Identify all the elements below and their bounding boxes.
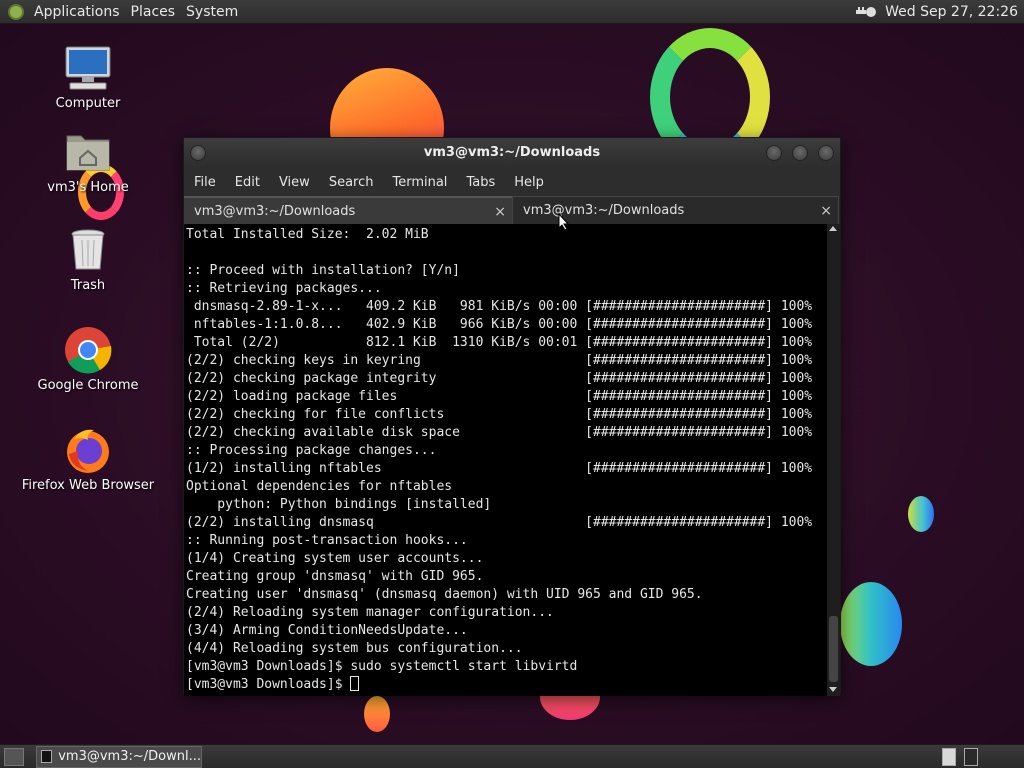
text-cursor: [350, 676, 360, 691]
terminal-line: :: Proceed with installation? [Y/n]: [186, 263, 460, 278]
tab-label: vm3@vm3:~/Downloads: [523, 203, 685, 218]
terminal-line: dnsmasq-2.89-1-x... 409.2 KiB 981 KiB/s …: [186, 299, 813, 314]
scroll-down-icon[interactable]: [829, 687, 837, 692]
terminal-line: (1/4) Creating system user accounts...: [186, 551, 484, 566]
tab-1[interactable]: vm3@vm3:~/Downloads ×: [184, 196, 512, 224]
menu-search[interactable]: Search: [329, 175, 374, 190]
terminal-line: :: Running post-transaction hooks...: [186, 533, 468, 548]
minimize-icon[interactable]: [766, 145, 782, 161]
terminal-scrollbar[interactable]: [827, 224, 840, 696]
tab-close-icon[interactable]: ×: [820, 197, 832, 225]
terminal-prompt-line[interactable]: [vm3@vm3 Downloads]$: [186, 676, 826, 694]
terminal-menubar: File Edit View Search Terminal Tabs Help: [184, 168, 840, 196]
home-folder-icon: [64, 128, 112, 176]
desktop-icon-label: Computer: [55, 96, 121, 111]
terminal-line: [vm3@vm3 Downloads]$ sudo systemctl star…: [186, 659, 578, 674]
close-icon[interactable]: [818, 145, 834, 161]
terminal-prompt: [vm3@vm3 Downloads]$: [186, 677, 351, 692]
terminal-line: (4/4) Reloading system bus configuration…: [186, 641, 523, 656]
desktop-icon-firefox[interactable]: Firefox Web Browser: [13, 426, 163, 493]
workspace-1[interactable]: [942, 748, 956, 766]
menu-file[interactable]: File: [194, 175, 216, 190]
terminal-tab-bar: vm3@vm3:~/Downloads × vm3@vm3:~/Download…: [184, 196, 840, 224]
tab-label: vm3@vm3:~/Downloads: [194, 204, 356, 219]
desktop-icon-computer[interactable]: Computer: [13, 44, 163, 111]
wallpaper-bottom-shape: [364, 696, 390, 732]
terminal-line: Total (2/2) 812.1 KiB 1310 KiB/s 00:01 […: [186, 335, 813, 350]
menu-system[interactable]: System: [184, 4, 247, 20]
wallpaper-blue-shape: [840, 582, 902, 666]
terminal-line: (2/4) Reloading system manager configura…: [186, 605, 554, 620]
taskbar-terminal-button[interactable]: vm3@vm3:~/Downl...: [36, 745, 202, 768]
maximize-icon[interactable]: [792, 145, 808, 161]
top-panel-tray: Wed Sep 27, 22:26: [855, 0, 1018, 24]
terminal-line: Total Installed Size: 2.02 MiB: [186, 227, 429, 242]
taskbar-label: vm3@vm3:~/Downl...: [58, 749, 201, 764]
terminal-line: (2/2) checking available disk space [###…: [186, 425, 813, 440]
menu-edit[interactable]: Edit: [235, 175, 260, 190]
network-icon[interactable]: [855, 5, 877, 19]
firefox-icon: [64, 426, 112, 474]
terminal-icon: [41, 750, 53, 763]
terminal-output[interactable]: Total Installed Size: 2.02 MiB :: Procee…: [186, 224, 826, 696]
scrollbar-thumb[interactable]: [829, 616, 838, 682]
window-title: vm3@vm3:~/Downloads: [423, 145, 601, 160]
terminal-line: (2/2) checking package integrity [######…: [186, 371, 813, 386]
bottom-panel: vm3@vm3:~/Downl...: [0, 744, 1024, 768]
terminal-line: (2/2) checking for file conflicts [#####…: [186, 407, 813, 422]
menu-view[interactable]: View: [279, 175, 310, 190]
desktop-icon-home[interactable]: vm3's Home: [13, 128, 163, 195]
desktop-icon-trash[interactable]: Trash: [13, 226, 163, 293]
menu-help[interactable]: Help: [514, 175, 544, 190]
workspace-2[interactable]: [964, 748, 978, 766]
terminal-line: python: Python bindings [installed]: [186, 497, 492, 512]
terminal-line: (3/4) Arming ConditionNeedsUpdate...: [186, 623, 468, 638]
terminal-line: Optional dependencies for nftables: [186, 479, 453, 494]
desktop-icon-label: Trash: [70, 278, 106, 293]
desktop-icon-label: vm3's Home: [47, 180, 129, 195]
wallpaper-small-blue-shape: [908, 496, 934, 532]
terminal-line: Creating user 'dnsmasq' (dnsmasq daemon)…: [186, 587, 703, 602]
desktop-icon-label: Firefox Web Browser: [21, 478, 155, 493]
terminal-line: Creating group 'dnsmasq' with GID 965.: [186, 569, 484, 584]
desktop-icon-label: Google Chrome: [37, 378, 139, 393]
terminal-titlebar[interactable]: vm3@vm3:~/Downloads: [184, 138, 840, 168]
scroll-up-icon[interactable]: [829, 226, 837, 231]
terminal-line: (2/2) loading package files [###########…: [186, 389, 813, 404]
menu-terminal[interactable]: Terminal: [392, 175, 447, 190]
terminal-line: (2/2) installing dnsmasq [##############…: [186, 515, 813, 530]
terminal-body[interactable]: Total Installed Size: 2.02 MiB :: Procee…: [184, 224, 840, 696]
menu-applications[interactable]: Applications: [32, 4, 129, 20]
mate-logo-icon[interactable]: [8, 3, 24, 20]
menu-places[interactable]: Places: [129, 4, 185, 20]
terminal-window[interactable]: vm3@vm3:~/Downloads File Edit View Searc…: [183, 137, 841, 696]
clock[interactable]: Wed Sep 27, 22:26: [885, 4, 1018, 20]
terminal-line: :: Processing package changes...: [186, 443, 437, 458]
window-menu-icon[interactable]: [190, 145, 206, 161]
trash-icon: [64, 226, 112, 274]
desktop-icon-chrome[interactable]: Google Chrome: [13, 326, 163, 393]
workspace-switcher: [934, 748, 978, 766]
tab-close-icon[interactable]: ×: [494, 198, 506, 226]
menu-tabs[interactable]: Tabs: [466, 175, 495, 190]
terminal-line: nftables-1:1.0.8... 402.9 KiB 966 KiB/s …: [186, 317, 813, 332]
chrome-icon: [64, 326, 112, 374]
computer-icon: [64, 44, 112, 92]
terminal-line: (2/2) checking keys in keyring [########…: [186, 353, 813, 368]
top-panel: Applications Places System Wed Sep 27, 2…: [0, 0, 1024, 24]
show-desktop-icon[interactable]: [4, 747, 24, 766]
terminal-line: :: Retrieving packages...: [186, 281, 382, 296]
terminal-line: (1/2) installing nftables [#############…: [186, 461, 813, 476]
